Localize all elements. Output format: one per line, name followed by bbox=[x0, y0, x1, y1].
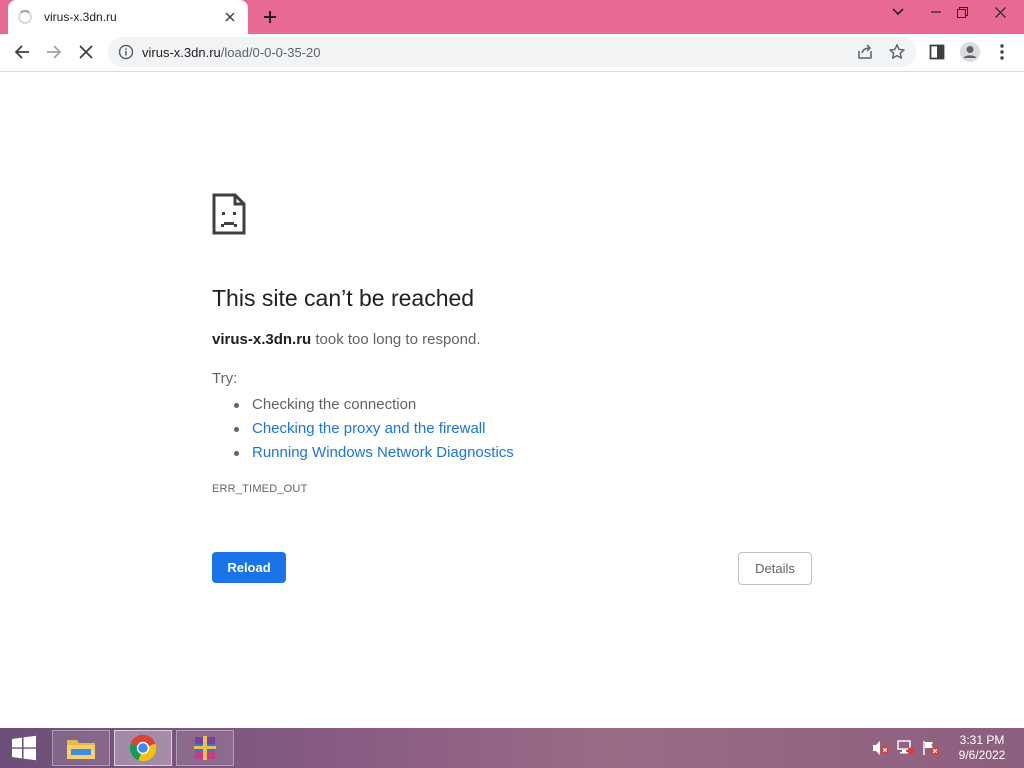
address-bar[interactable]: virus-x.3dn.ru/load/0-0-0-35-20 bbox=[108, 37, 916, 67]
url-text[interactable]: virus-x.3dn.ru/load/0-0-0-35-20 bbox=[142, 45, 320, 60]
back-arrow-icon bbox=[14, 45, 29, 59]
taskbar: 3:31 PM 9/6/2022 bbox=[0, 728, 1024, 768]
back-button[interactable] bbox=[8, 38, 36, 66]
chrome-menu-button[interactable] bbox=[988, 38, 1016, 66]
stop-x-icon bbox=[79, 45, 93, 59]
network-icon[interactable] bbox=[897, 740, 915, 756]
stop-loading-button[interactable] bbox=[72, 38, 100, 66]
suggestion-check-connection: Checking the connection bbox=[234, 393, 514, 417]
url-path: /load/0-0-0-35-20 bbox=[220, 45, 321, 60]
clock-time: 3:31 PM bbox=[959, 733, 1005, 747]
error-page: This site can’t be reached virus-x.3dn.r… bbox=[0, 72, 1024, 728]
volume-muted-icon[interactable] bbox=[872, 740, 890, 756]
details-button[interactable]: Details bbox=[738, 552, 812, 585]
browser-tab[interactable]: virus-x.3dn.ru bbox=[8, 0, 248, 34]
suggestion-check-proxy-link[interactable]: Checking the proxy and the firewall bbox=[234, 417, 514, 441]
close-window-button[interactable] bbox=[984, 0, 1016, 24]
side-panel-button[interactable] bbox=[923, 38, 951, 66]
suggestion-network-diagnostics-link[interactable]: Running Windows Network Diagnostics bbox=[234, 441, 514, 465]
error-code: ERR_TIMED_OUT bbox=[212, 483, 308, 495]
taskbar-file-explorer[interactable] bbox=[52, 730, 110, 766]
start-button[interactable] bbox=[0, 728, 48, 768]
forward-arrow-icon bbox=[47, 45, 62, 59]
url-host: virus-x.3dn.ru bbox=[142, 45, 221, 60]
windows-logo-icon bbox=[12, 735, 36, 761]
new-tab-button[interactable] bbox=[258, 6, 282, 28]
more-vertical-icon bbox=[1000, 44, 1004, 60]
action-center-flag-icon[interactable] bbox=[922, 740, 940, 756]
error-host: virus-x.3dn.ru bbox=[212, 331, 312, 348]
close-tab-icon[interactable] bbox=[222, 9, 238, 25]
browser-toolbar: virus-x.3dn.ru/load/0-0-0-35-20 bbox=[0, 34, 1024, 72]
side-panel-icon bbox=[929, 44, 945, 60]
loading-spinner-icon bbox=[18, 10, 32, 24]
error-message-text: took too long to respond. bbox=[311, 331, 481, 348]
system-clock[interactable]: 3:31 PM 9/6/2022 bbox=[952, 733, 1012, 763]
tab-search-button[interactable] bbox=[882, 0, 914, 24]
taskbar-winrar[interactable] bbox=[176, 730, 234, 766]
winrar-icon bbox=[194, 736, 216, 760]
restore-button[interactable] bbox=[946, 0, 978, 24]
profile-avatar-icon bbox=[960, 42, 980, 62]
file-explorer-icon bbox=[67, 740, 95, 759]
error-message: virus-x.3dn.ru took too long to respond. bbox=[212, 331, 481, 348]
profile-button[interactable] bbox=[956, 38, 984, 66]
error-title: This site can’t be reached bbox=[212, 285, 475, 311]
sad-page-icon bbox=[212, 193, 246, 235]
taskbar-chrome[interactable] bbox=[114, 730, 172, 766]
suggestion-list: Checking the connection Checking the pro… bbox=[212, 393, 514, 465]
clock-date: 9/6/2022 bbox=[958, 748, 1006, 762]
forward-button[interactable] bbox=[40, 38, 68, 66]
try-label: Try: bbox=[212, 370, 238, 387]
reload-button[interactable]: Reload bbox=[212, 552, 286, 583]
tab-strip: virus-x.3dn.ru bbox=[0, 0, 1024, 34]
tab-title: virus-x.3dn.ru bbox=[44, 10, 117, 24]
site-info-icon[interactable] bbox=[118, 44, 134, 60]
bookmark-star-icon[interactable] bbox=[888, 43, 906, 61]
chrome-icon bbox=[129, 734, 157, 762]
share-icon[interactable] bbox=[856, 43, 874, 61]
